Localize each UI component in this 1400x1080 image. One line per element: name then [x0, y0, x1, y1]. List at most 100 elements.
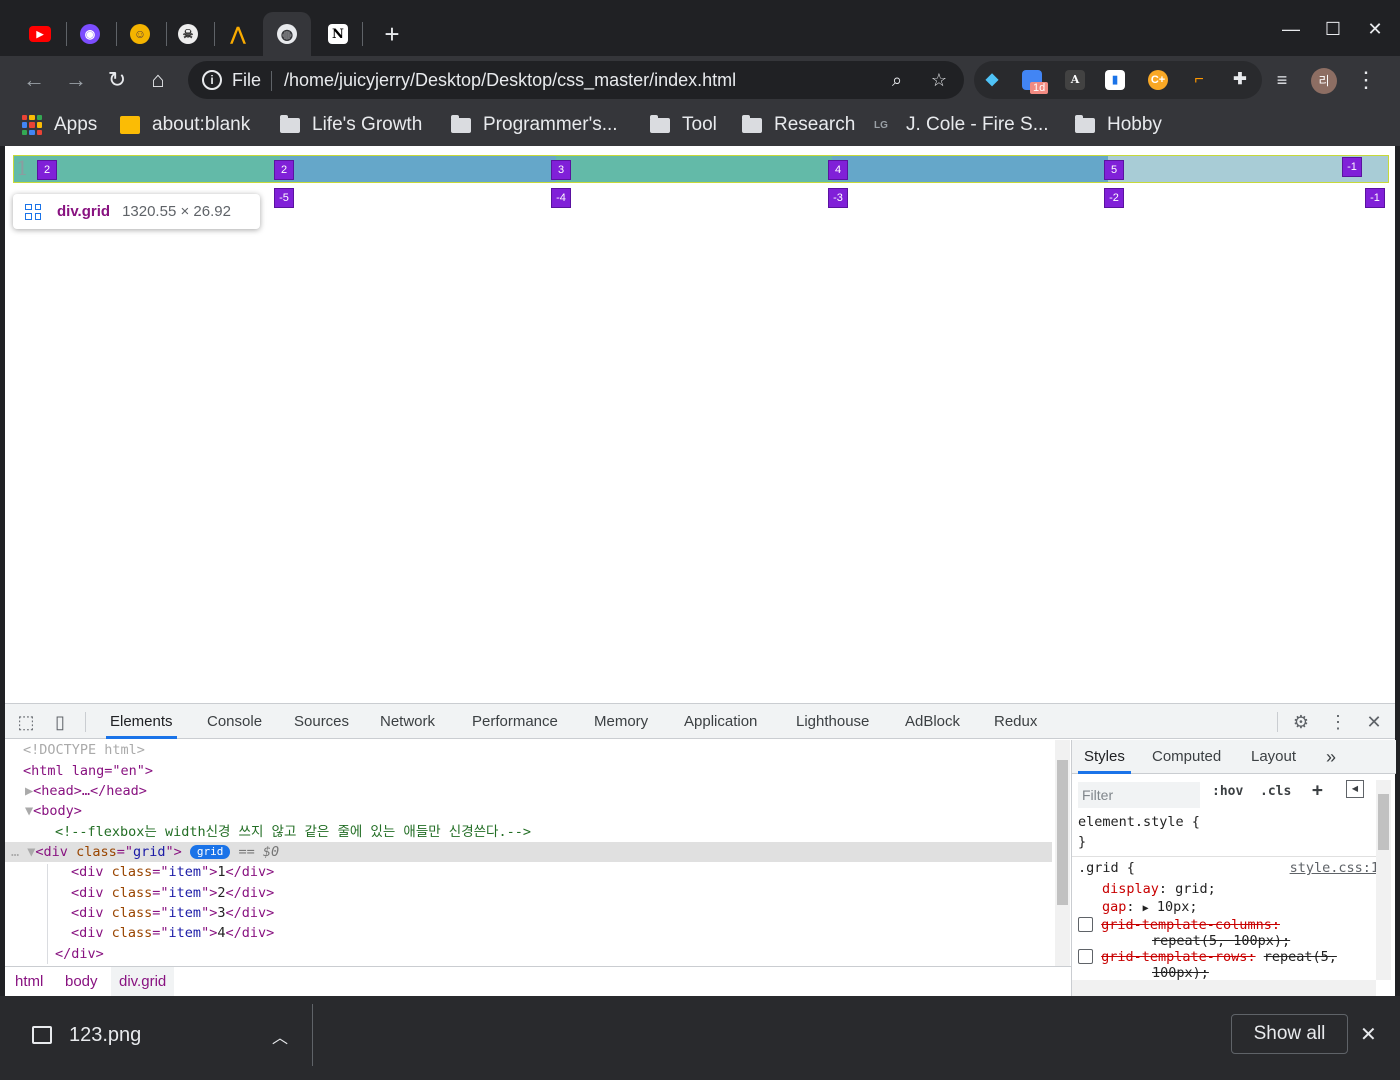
device-toolbar-icon[interactable]: ▯: [49, 711, 71, 733]
tab-warning[interactable]: ⋀: [218, 14, 258, 54]
tab-circle-app[interactable]: ◉: [70, 14, 110, 54]
grid-container-overlay[interactable]: 1 2 3 4: [13, 155, 1389, 183]
collapse-triangle-icon[interactable]: ▼: [25, 803, 33, 819]
zoom-icon[interactable]: ⌕: [886, 69, 908, 91]
disable-checkbox[interactable]: [1078, 917, 1093, 932]
bookmark-apps[interactable]: Apps: [22, 112, 97, 138]
tab-youtube[interactable]: ▶: [20, 14, 60, 54]
bookmark-folder-programmers[interactable]: Programmer's...: [451, 112, 618, 138]
decl-grid-template-columns[interactable]: grid-template-columns:: [1078, 917, 1280, 933]
reload-button[interactable]: ↻: [103, 66, 131, 94]
new-rule-icon[interactable]: +: [1312, 780, 1323, 801]
browser-menu-button[interactable]: ⋮: [1352, 66, 1380, 94]
tab-cowboy[interactable]: ☺: [120, 14, 160, 54]
decl-display[interactable]: display: grid;: [1102, 881, 1216, 897]
toggle-sidebar-icon[interactable]: ◂: [1346, 780, 1364, 798]
scrollbar-thumb[interactable]: [1378, 794, 1389, 850]
maximize-button[interactable]: ☐: [1318, 16, 1348, 42]
cplus-extension-icon[interactable]: C+: [1148, 70, 1168, 90]
puzzle-extensions-icon[interactable]: ✚: [1230, 70, 1250, 90]
tab-redux[interactable]: Redux: [990, 704, 1041, 739]
back-button[interactable]: ←: [20, 66, 48, 94]
close-devtools-icon[interactable]: ✕: [1363, 711, 1385, 733]
tab-notion[interactable]: N: [318, 14, 358, 54]
class-toggle[interactable]: .cls: [1260, 784, 1291, 799]
download-filename[interactable]: 123.png: [69, 1024, 141, 1047]
dom-node-head[interactable]: ▶<head>…</head>: [5, 781, 1052, 801]
bookmark-folder-hobby[interactable]: Hobby: [1075, 112, 1162, 138]
tab-adblock[interactable]: AdBlock: [901, 704, 964, 739]
dom-node-item[interactable]: <div class="item">2</div>: [5, 883, 1052, 903]
tab-local-file[interactable]: ◍: [263, 12, 311, 56]
dom-node-div-grid[interactable]: … ▼<div class="grid"> grid == $0: [5, 842, 1052, 862]
expand-triangle-icon[interactable]: ▶: [1143, 903, 1149, 914]
scrollbar-thumb[interactable]: [1057, 760, 1068, 905]
decl-grid-template-rows[interactable]: grid-template-rows: repeat(5,: [1078, 949, 1337, 965]
tab-layout[interactable]: Layout: [1245, 740, 1302, 774]
tab-styles[interactable]: Styles: [1078, 740, 1131, 774]
dom-node-div-close[interactable]: </div>: [5, 944, 1052, 964]
tab-performance[interactable]: Performance: [468, 704, 562, 739]
dom-node-body[interactable]: ▼<body>: [5, 801, 1052, 821]
bookmark-j-cole[interactable]: LG J. Cole - Fire S...: [874, 112, 1049, 138]
dom-node-html[interactable]: <html lang="en">: [5, 761, 1052, 781]
dom-node-doctype[interactable]: <!DOCTYPE html>: [5, 740, 1052, 760]
tab-memory[interactable]: Memory: [590, 704, 652, 739]
close-window-button[interactable]: ✕: [1360, 16, 1390, 42]
tab-skull[interactable]: ☠: [168, 14, 208, 54]
breadcrumb-html[interactable]: html: [7, 967, 51, 997]
expand-triangle-icon[interactable]: ▶: [25, 783, 33, 799]
angle-extension-icon[interactable]: ⌐: [1189, 70, 1209, 90]
dom-node-item[interactable]: <div class="item">3</div>: [5, 903, 1052, 923]
dom-scrollbar[interactable]: [1055, 740, 1070, 966]
chevron-up-icon[interactable]: ︿: [272, 1024, 288, 1048]
info-icon[interactable]: i: [202, 70, 222, 90]
show-all-button[interactable]: Show all: [1231, 1014, 1348, 1054]
dom-node-item[interactable]: <div class="item">1</div>: [5, 862, 1052, 882]
more-dots-icon[interactable]: …: [11, 844, 27, 860]
inspect-element-icon[interactable]: ⬚: [15, 711, 37, 733]
bookmark-folder-research[interactable]: Research: [742, 112, 855, 138]
url-text[interactable]: /home/juicyjerry/Desktop/Desktop/css_mas…: [284, 70, 736, 91]
stylesheet-link[interactable]: style.css:1: [1290, 860, 1379, 876]
tab-computed[interactable]: Computed: [1146, 740, 1227, 774]
tab-lighthouse[interactable]: Lighthouse: [792, 704, 873, 739]
new-tab-button[interactable]: +: [378, 20, 406, 48]
forward-button[interactable]: →: [62, 66, 90, 94]
styles-filter-input[interactable]: Filter: [1078, 782, 1200, 808]
bookmark-folder-tool[interactable]: Tool: [650, 112, 717, 138]
font-extension-icon[interactable]: A: [1065, 70, 1085, 90]
reading-list-button[interactable]: ≡: [1268, 66, 1296, 94]
hover-state-toggle[interactable]: :hov: [1212, 784, 1243, 799]
profile-avatar[interactable]: 리: [1311, 68, 1337, 94]
grid-badge[interactable]: grid: [189, 845, 231, 859]
devtools-menu-icon[interactable]: ⋮: [1327, 711, 1349, 733]
prop-name: gap: [1102, 899, 1127, 915]
chart-extension-icon[interactable]: ▮: [1105, 70, 1125, 90]
dom-node-comment[interactable]: <!--flexbox는 width신경 쓰지 않고 같은 줄에 있는 애들만 …: [5, 822, 1052, 842]
breadcrumb-div-grid[interactable]: div.grid: [111, 967, 175, 997]
extensions-bar: ◆ 1d A ▮ C+ ⌐ ✚: [974, 61, 1262, 99]
dom-node-item[interactable]: <div class="item">4</div>: [5, 923, 1052, 943]
home-button[interactable]: ⌂: [144, 66, 172, 94]
breadcrumb-body[interactable]: body: [57, 967, 106, 997]
settings-gear-icon[interactable]: ⚙: [1290, 711, 1312, 733]
close-shelf-icon[interactable]: ✕: [1360, 1022, 1377, 1047]
tab-sources[interactable]: Sources: [290, 704, 353, 739]
tab-network[interactable]: Network: [376, 704, 439, 739]
diamond-extension-icon[interactable]: ◆: [982, 70, 1002, 90]
tab-console[interactable]: Console: [203, 704, 266, 739]
bookmark-about-blank[interactable]: about:blank: [120, 112, 250, 138]
address-bar[interactable]: i File /home/juicyjerry/Desktop/Desktop/…: [188, 61, 964, 99]
disable-checkbox[interactable]: [1078, 949, 1093, 964]
bookmark-star-icon[interactable]: ☆: [928, 69, 950, 91]
tab-elements[interactable]: Elements: [106, 704, 177, 739]
tab-application[interactable]: Application: [680, 704, 761, 739]
styles-horizontal-scrollbar[interactable]: [1072, 980, 1376, 997]
decl-gap[interactable]: gap: ▶ 10px;: [1102, 899, 1197, 915]
styles-scrollbar[interactable]: [1376, 780, 1391, 980]
minimize-button[interactable]: —: [1276, 16, 1306, 42]
bookmark-folder-lifes-growth[interactable]: Life's Growth: [280, 112, 422, 138]
html-open-tag: <html lang="en">: [23, 763, 154, 779]
more-tabs-icon[interactable]: »: [1320, 740, 1342, 774]
